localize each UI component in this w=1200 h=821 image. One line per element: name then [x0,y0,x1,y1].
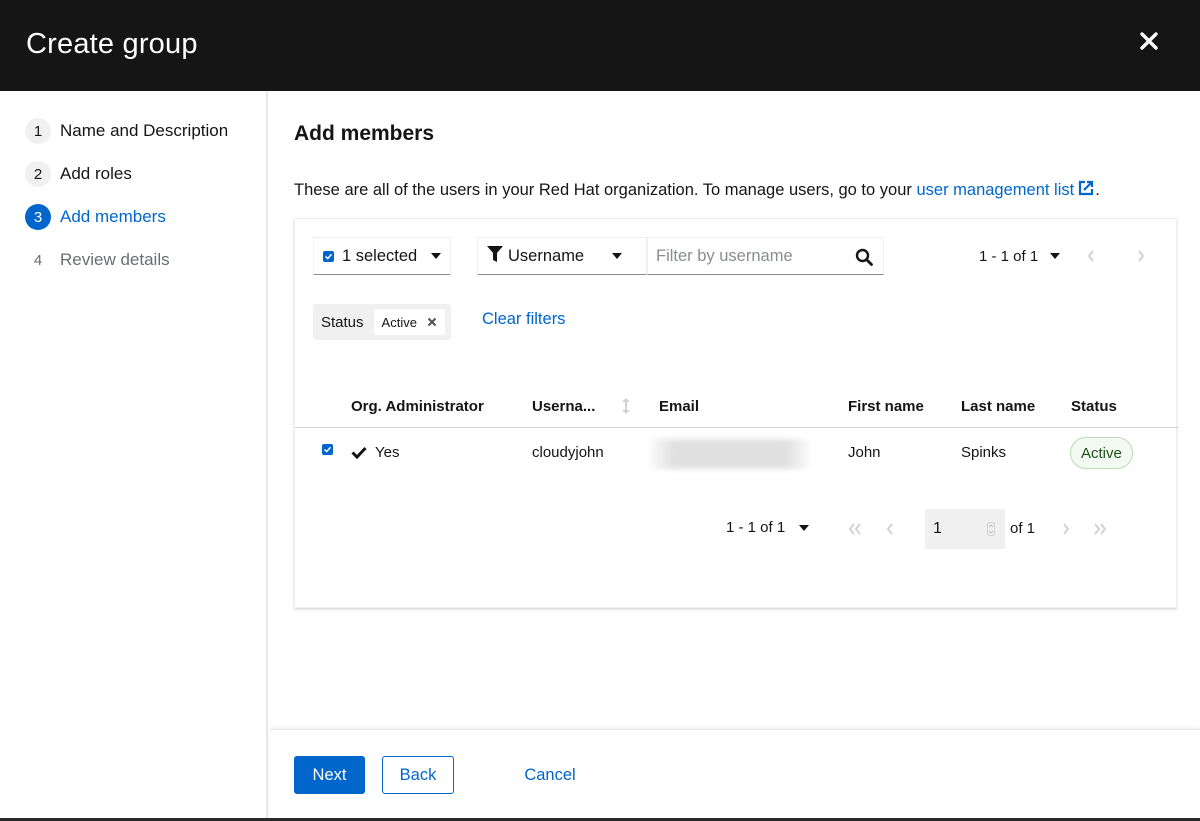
cell-org-admin: Yes [375,444,400,461]
pagination-options-toggle[interactable]: 1 - 1 of 1 [979,245,1061,267]
status-badge: Active [1070,437,1133,469]
filter-chip-group: Status Active [313,304,451,340]
wizard-step-name-and-description[interactable]: 1 Name and Description [25,118,228,144]
step-number: 3 [25,204,51,230]
column-status: Status [1071,398,1117,415]
description-suffix: . [1095,181,1100,199]
modal-header: Create group [0,0,1200,91]
search-icon[interactable] [855,248,873,271]
first-page-button[interactable] [845,519,865,539]
link-text: user management list [916,181,1075,199]
page-count: of 1 [1010,520,1036,537]
step-number: 4 [33,251,43,269]
angle-right-icon [1063,523,1070,535]
cell-first-name: John [848,444,881,461]
wizard-step-add-members[interactable]: 3 Add members [25,204,166,230]
filter-attribute-label: Username [508,246,585,265]
modal-title: Create group [26,28,198,60]
caret-down-icon [612,253,623,259]
column-org-administrator: Org. Administrator [351,398,484,415]
step-label: Review details [60,250,170,269]
step-label: Add members [60,207,166,226]
current-page-value: 1 [933,520,942,537]
wizard-footer: Next Back Cancel [270,729,1200,821]
caret-down-icon [431,253,442,259]
wizard-nav: 1 Name and Description 2 Add roles 3 Add… [0,91,268,821]
last-page-button[interactable] [1090,519,1110,539]
table-header: Org. Administrator Userna... Email First… [295,384,1178,428]
angle-left-icon [886,523,893,535]
cell-email-redacted [650,439,810,469]
filter-attribute-dropdown[interactable]: Username [477,237,647,275]
back-button[interactable]: Back [382,756,454,794]
wizard-main: Add members These are all of the users i… [270,91,1200,729]
current-page-input[interactable]: 1 [925,509,1005,549]
wizard-step-add-roles[interactable]: 2 Add roles [25,161,132,187]
page-description: These are all of the users in your Red H… [294,179,1100,202]
pagination-options-toggle-bottom[interactable]: 1 - 1 of 1 [726,519,810,536]
caret-down-icon [1050,253,1061,259]
pagination-range: 1 - 1 of 1 [726,519,786,536]
cancel-button[interactable]: Cancel [510,756,590,794]
description-text: These are all of the users in your Red H… [294,181,917,199]
caret-down-icon [799,524,810,531]
chip-group-category: Status [321,313,364,331]
step-number: 2 [25,161,51,187]
pagination-range: 1 - 1 of 1 [979,247,1039,265]
table-row: Yes cloudyjohn John Spinks Active [295,429,1178,477]
cell-username: cloudyjohn [532,444,604,461]
external-link-icon [1077,179,1095,202]
sort-icon[interactable] [621,397,631,420]
close-icon[interactable] [1138,30,1160,52]
members-table-card: 1 selected Username 1 - 1 of 1 [294,218,1178,608]
step-number: 1 [25,118,51,144]
step-label: Name and Description [60,121,229,140]
bulk-select-dropdown[interactable]: 1 selected [313,237,451,275]
bulk-select-label: 1 selected [342,246,418,265]
column-username[interactable]: Userna... [532,398,595,415]
next-page-button-bottom[interactable] [1056,519,1076,539]
angle-left-icon [1087,250,1094,262]
previous-page-button[interactable] [1081,246,1101,266]
remove-chip-icon[interactable] [427,317,437,327]
pagination-bottom: 1 - 1 of 1 1 of 1 [295,509,1178,549]
bulk-select-checkbox[interactable] [323,250,334,262]
clear-filters-button[interactable]: Clear filters [482,310,565,329]
wizard-step-review-details: 4 Review details [25,247,170,273]
next-button[interactable]: Next [294,756,365,794]
column-first-name: First name [848,398,924,415]
page-heading: Add members [294,122,435,145]
filter-chip: Active [373,309,445,335]
row-select-checkbox[interactable] [322,444,333,455]
username-filter-input[interactable] [648,239,838,273]
chip-value: Active [381,314,417,330]
column-email: Email [659,398,700,415]
spinner-icon[interactable] [987,522,995,541]
search-field [647,237,884,275]
previous-page-button-bottom[interactable] [880,519,900,539]
next-page-button[interactable] [1131,246,1151,266]
step-label: Add roles [60,164,132,183]
check-icon [351,446,367,463]
angle-double-left-icon [848,523,861,535]
user-management-link[interactable]: user management list [916,179,1095,202]
filter-icon [487,245,503,268]
angle-right-icon [1138,250,1145,262]
angle-double-right-icon [1094,523,1107,535]
cell-last-name: Spinks [961,444,1007,461]
column-last-name: Last name [961,398,1036,415]
